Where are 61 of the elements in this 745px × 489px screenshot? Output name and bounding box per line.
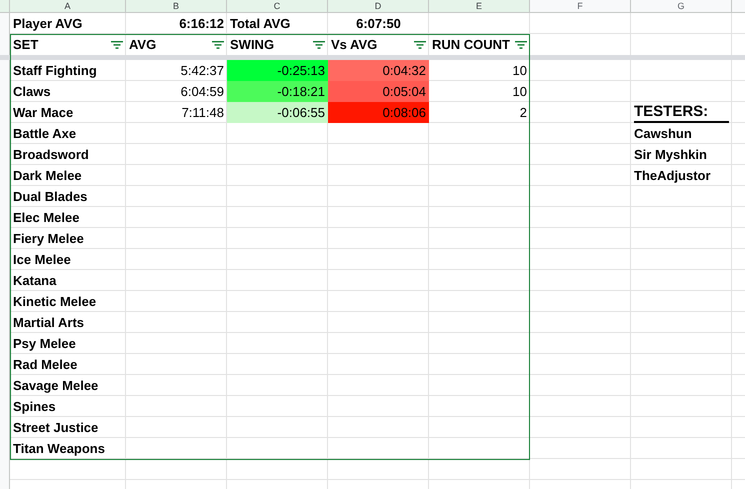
row-header[interactable] xyxy=(0,60,10,81)
table-cell: Titan Weapons xyxy=(13,441,105,456)
column-header: RUN COUNT xyxy=(432,37,510,52)
table-cell: 6:16:12 xyxy=(179,16,224,31)
table-cell: TheAdjustor xyxy=(634,168,711,183)
table-cell: 0:04:32 xyxy=(328,60,429,81)
column-letter[interactable]: F xyxy=(530,0,631,12)
column-letter[interactable]: D xyxy=(328,0,429,12)
table-cell: Staff Fighting xyxy=(13,63,97,78)
column-header: Vs AVG xyxy=(331,37,378,52)
table-cell: Player AVG xyxy=(13,16,82,31)
table-cell: 0:05:04 xyxy=(328,81,429,102)
table-cell: Sir Myshkin xyxy=(634,147,707,162)
filter-icon[interactable] xyxy=(515,40,527,48)
table-cell: Rad Melee xyxy=(13,357,78,372)
table-cell-text: 2 xyxy=(518,104,528,122)
table-cell: Katana xyxy=(13,273,56,288)
table-cell: Claws xyxy=(13,84,51,99)
table-cell: -0:06:55 xyxy=(227,102,328,123)
table-cell: Ice Melee xyxy=(13,252,71,267)
table-cell: -0:18:21 xyxy=(227,81,328,102)
freeze-bar[interactable] xyxy=(0,55,745,60)
filter-icon[interactable] xyxy=(313,40,325,48)
table-cell: Psy Melee xyxy=(13,336,76,351)
table-cell: Dual Blades xyxy=(13,189,88,204)
table-cell: Elec Melee xyxy=(13,210,80,225)
table-cell: War Mace xyxy=(13,105,74,120)
table-cell-text: 5:42:37 xyxy=(180,62,225,80)
table-cell: Total AVG xyxy=(230,16,290,31)
column-header: AVG xyxy=(129,37,156,52)
table-cell: Kinetic Melee xyxy=(13,294,96,309)
table-cell: 6:07:50 xyxy=(356,16,401,31)
table-cell-text: 10 xyxy=(512,83,528,101)
column-letter[interactable]: G xyxy=(631,0,732,12)
table-cell: Broadsword xyxy=(13,147,89,162)
column-header: SET xyxy=(13,37,38,52)
select-all-corner[interactable] xyxy=(0,0,10,12)
column-letter[interactable]: A xyxy=(10,0,126,12)
table-cell: Street Justice xyxy=(13,420,98,435)
table-cell: Savage Melee xyxy=(13,378,98,393)
table-cell: Fiery Melee xyxy=(13,231,84,246)
filter-icon[interactable] xyxy=(111,40,123,48)
table-cell: -0:25:13 xyxy=(227,60,328,81)
column-letter[interactable]: E xyxy=(429,0,530,12)
column-header: SWING xyxy=(230,37,274,52)
column-letter[interactable]: C xyxy=(227,0,328,12)
table-cell-text: 7:11:48 xyxy=(180,104,225,122)
table-cell: Spines xyxy=(13,399,56,414)
table-cell: Cawshun xyxy=(634,126,692,141)
table-cell-text: 6:04:59 xyxy=(180,83,225,101)
row-header[interactable] xyxy=(0,34,10,55)
table-cell: Battle Axe xyxy=(13,126,76,141)
table-cell: Martial Arts xyxy=(13,315,84,330)
filter-icon[interactable] xyxy=(414,40,426,48)
filter-icon[interactable] xyxy=(212,40,224,48)
table-cell: 0:08:06 xyxy=(328,102,429,123)
table-cell: Dark Melee xyxy=(13,168,82,183)
row-header[interactable] xyxy=(0,13,10,34)
table-cell: TESTERS: xyxy=(634,102,729,123)
table-cell-text: 10 xyxy=(512,62,528,80)
column-letter[interactable]: B xyxy=(126,0,227,12)
